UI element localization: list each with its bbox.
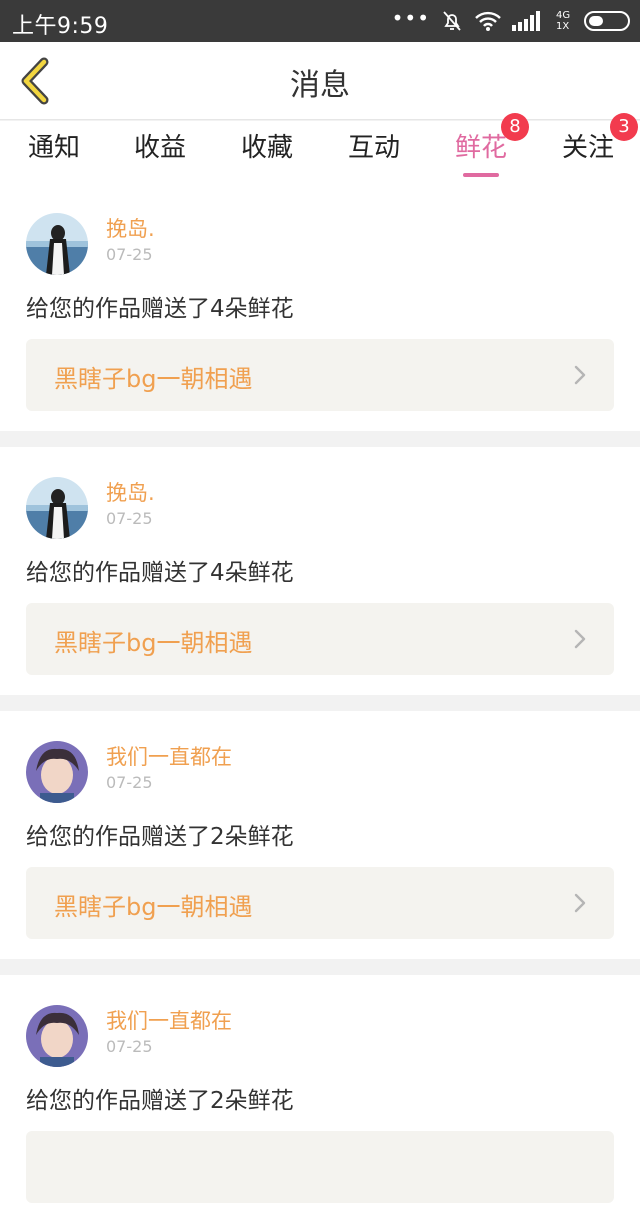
- more-dots-icon: •••: [391, 6, 430, 30]
- status-icons: ••• 4G 1X: [392, 0, 630, 42]
- tab-label: 互动: [347, 133, 400, 163]
- work-link[interactable]: 黑瞎子bg一朝相遇: [26, 603, 614, 675]
- message-item: 我们一直都在 07-25 给您的作品赠送了2朵鲜花 黑瞎子bg一朝相遇: [0, 711, 640, 959]
- avatar[interactable]: [26, 741, 88, 803]
- message-text: 给您的作品赠送了4朵鲜花: [26, 296, 294, 322]
- tab-flowers[interactable]: 鲜花 8: [427, 113, 535, 183]
- flowers-count-badge: 8: [501, 113, 529, 141]
- message-item: 我们一直都在 07-25 给您的作品赠送了2朵鲜花: [0, 975, 640, 1223]
- tab-label: 关注: [561, 133, 614, 163]
- tab-interactions[interactable]: 互动: [320, 121, 428, 183]
- status-time: 上午9:59: [12, 14, 109, 39]
- chevron-right-icon: [574, 365, 586, 385]
- page-title: 消息: [290, 68, 350, 103]
- message-date: 07-25: [106, 245, 153, 264]
- avatar-image: [26, 1005, 88, 1067]
- tab-favorites[interactable]: 收藏: [213, 121, 321, 183]
- follows-count-badge: 3: [610, 113, 638, 141]
- message-date: 07-25: [106, 1037, 153, 1056]
- user-name[interactable]: 我们一直都在: [106, 1005, 232, 1035]
- tab-label: 收益: [133, 133, 186, 163]
- work-title: 黑瞎子bg一朝相遇: [54, 365, 253, 393]
- work-link[interactable]: 黑瞎子bg一朝相遇: [26, 867, 614, 939]
- chevron-right-icon: [574, 893, 586, 913]
- work-link[interactable]: 黑瞎子bg一朝相遇: [26, 339, 614, 411]
- network-sub-label: 1X: [556, 21, 570, 32]
- mute-bell-icon: [443, 11, 461, 31]
- message-text: 给您的作品赠送了4朵鲜花: [26, 560, 294, 586]
- tab-earnings[interactable]: 收益: [106, 121, 214, 183]
- message-item: 挽岛. 07-25 给您的作品赠送了4朵鲜花 黑瞎子bg一朝相遇: [0, 183, 640, 431]
- network-label: 4G: [556, 10, 571, 21]
- user-name[interactable]: 挽岛.: [106, 213, 155, 243]
- signal-icon: [512, 11, 540, 31]
- header: 消息: [0, 42, 640, 120]
- chevron-right-icon: [574, 629, 586, 649]
- avatar-image: [26, 213, 88, 275]
- avatar[interactable]: [26, 1005, 88, 1067]
- active-tab-indicator: [463, 173, 499, 177]
- message-date: 07-25: [106, 773, 153, 792]
- wifi-icon: [475, 11, 501, 31]
- message-text: 给您的作品赠送了2朵鲜花: [26, 1088, 294, 1114]
- tab-label: 收藏: [240, 133, 293, 163]
- user-name[interactable]: 挽岛.: [106, 477, 155, 507]
- avatar-image: [26, 741, 88, 803]
- work-link[interactable]: [26, 1131, 614, 1203]
- battery-icon: [584, 11, 630, 31]
- message-date: 07-25: [106, 509, 153, 528]
- avatar[interactable]: [26, 477, 88, 539]
- work-title: 黑瞎子bg一朝相遇: [54, 629, 253, 657]
- tab-bar: 通知 收益 收藏 互动 鲜花 8 关注 3: [0, 113, 640, 183]
- work-title: 黑瞎子bg一朝相遇: [54, 893, 253, 921]
- avatar[interactable]: [26, 213, 88, 275]
- tab-notifications[interactable]: 通知: [0, 121, 108, 183]
- status-bar: 上午9:59 ••• 4G 1X: [0, 0, 640, 42]
- avatar-image: [26, 477, 88, 539]
- message-item: 挽岛. 07-25 给您的作品赠送了4朵鲜花 黑瞎子bg一朝相遇: [0, 447, 640, 695]
- tab-label: 通知: [27, 133, 80, 163]
- tab-follows[interactable]: 关注 3: [534, 113, 640, 183]
- user-name[interactable]: 我们一直都在: [106, 741, 232, 771]
- network-type: 4G 1X: [556, 10, 574, 32]
- message-text: 给您的作品赠送了2朵鲜花: [26, 824, 294, 850]
- tab-label: 鲜花: [454, 133, 507, 163]
